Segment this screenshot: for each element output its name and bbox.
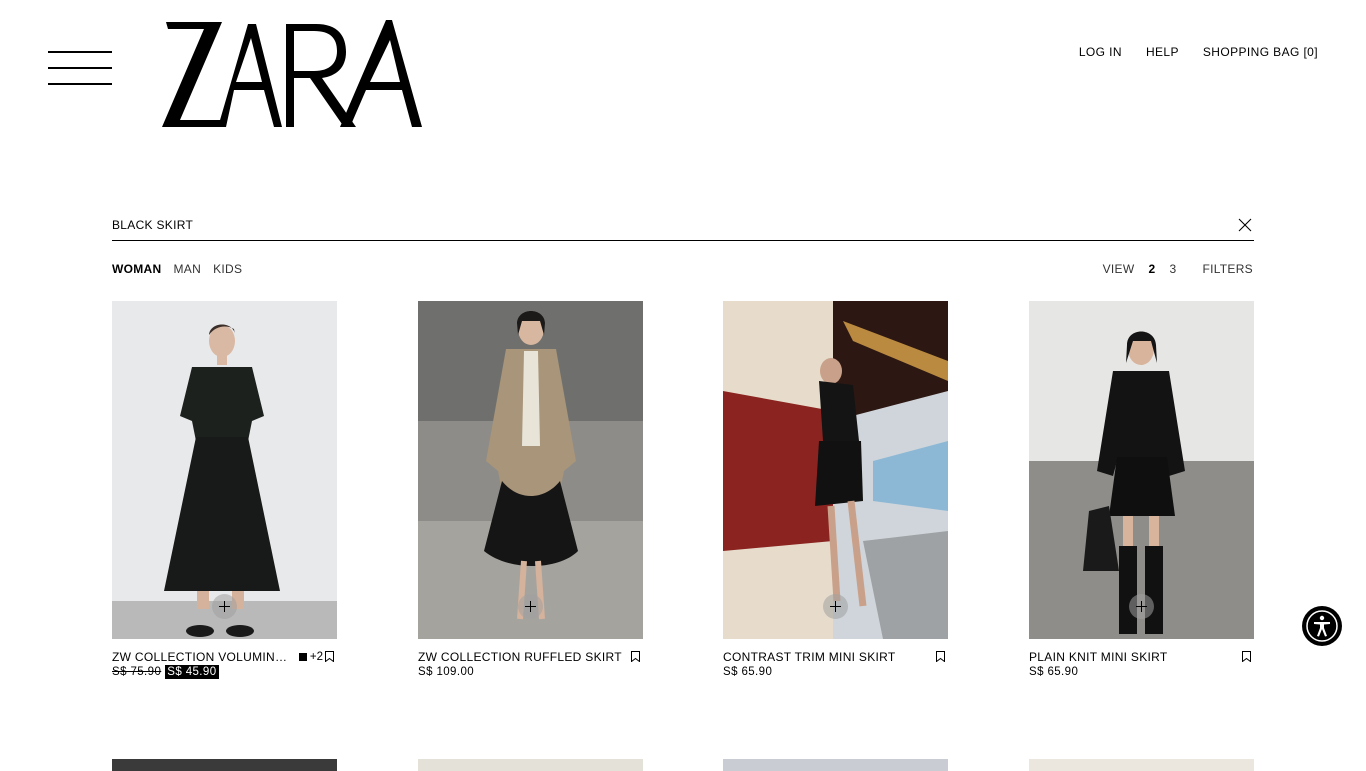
product-card[interactable]: CONTRAST TRIM MINI SKIRT S$ 65.90: [723, 301, 948, 678]
product-image[interactable]: [418, 301, 643, 639]
color-swatches[interactable]: +2: [298, 651, 323, 663]
product-photo-woman-black-midi-skirt: [112, 301, 337, 639]
product-image-next-row[interactable]: [1029, 759, 1254, 771]
view-controls: VIEW 2 3 FILTERS: [1103, 262, 1253, 276]
product-info: CONTRAST TRIM MINI SKIRT S$ 65.90: [723, 639, 948, 678]
product-name[interactable]: ZW COLLECTION RUFFLED SKIRT: [418, 650, 623, 664]
product-price: S$ 109.00: [418, 666, 475, 678]
bookmark-icon[interactable]: [1242, 651, 1251, 662]
product-price: S$ 65.90: [1029, 666, 1079, 678]
view-option-3[interactable]: 3: [1169, 262, 1176, 276]
plus-icon: [219, 601, 230, 612]
bookmark-icon[interactable]: [936, 651, 945, 662]
product-card[interactable]: ZW COLLECTION RUFFLED SKIRT S$ 109.00: [418, 301, 643, 678]
product-info: PLAIN KNIT MINI SKIRT S$ 65.90: [1029, 639, 1254, 678]
tab-kids[interactable]: KIDS: [213, 262, 242, 276]
product-image[interactable]: [723, 301, 948, 639]
product-photo-contrast-trim-mini-skirt: [723, 301, 948, 639]
shopping-bag-link[interactable]: SHOPPING BAG [0]: [1203, 45, 1318, 59]
add-to-bag-button[interactable]: [518, 594, 543, 619]
product-name[interactable]: ZW COLLECTION VOLUMINO...: [112, 650, 288, 664]
bookmark-icon[interactable]: [631, 651, 640, 662]
product-card[interactable]: PLAIN KNIT MINI SKIRT S$ 65.90: [1029, 301, 1254, 678]
product-image[interactable]: [112, 301, 337, 639]
product-photo-plain-knit-mini-skirt: [1029, 301, 1254, 639]
gender-tabs: WOMAN MAN KIDS: [112, 262, 242, 276]
product-image-next-row[interactable]: [418, 759, 643, 771]
accessibility-icon: [1306, 610, 1338, 642]
plus-icon: [1136, 601, 1147, 612]
product-price: S$ 75.90 S$ 45.90: [112, 665, 219, 679]
product-card[interactable]: ZW COLLECTION VOLUMINO... +2 S$ 75.90 S$ …: [112, 301, 337, 679]
view-option-2[interactable]: 2: [1148, 262, 1155, 276]
view-label: VIEW: [1102, 262, 1135, 276]
color-swatch-black[interactable]: [298, 653, 307, 661]
product-name[interactable]: PLAIN KNIT MINI SKIRT: [1029, 650, 1234, 664]
product-info: ZW COLLECTION VOLUMINO... +2 S$ 75.90 S$ …: [112, 639, 337, 679]
logo-mark: [162, 20, 422, 127]
bookmark-icon[interactable]: [325, 651, 334, 662]
add-to-bag-button[interactable]: [823, 594, 848, 619]
extra-colors-count: +2: [309, 651, 323, 663]
product-photo-ruffled-skirt: [418, 301, 643, 639]
add-to-bag-button[interactable]: [212, 594, 237, 619]
menu-button[interactable]: [48, 51, 112, 85]
hamburger-line: [48, 83, 112, 85]
product-name[interactable]: CONTRAST TRIM MINI SKIRT: [723, 650, 928, 664]
product-price: S$ 65.90: [723, 666, 773, 678]
product-info: ZW COLLECTION RUFFLED SKIRT S$ 109.00: [418, 639, 643, 678]
top-navigation: LOG IN HELP SHOPPING BAG [0]: [1079, 45, 1318, 59]
search-bar: [112, 214, 1254, 241]
original-price: S$ 75.90: [112, 666, 162, 678]
tab-man[interactable]: MAN: [174, 262, 202, 276]
sale-price: S$ 45.90: [165, 665, 219, 679]
zara-logo[interactable]: [160, 18, 424, 130]
help-link[interactable]: HELP: [1146, 45, 1179, 59]
search-input[interactable]: [112, 214, 1212, 236]
accessibility-button[interactable]: [1302, 606, 1342, 646]
add-to-bag-button[interactable]: [1129, 594, 1154, 619]
plus-icon: [525, 601, 536, 612]
tab-woman[interactable]: WOMAN: [112, 262, 162, 276]
product-image[interactable]: [1029, 301, 1254, 639]
filters-button[interactable]: FILTERS: [1202, 262, 1253, 276]
product-image-next-row[interactable]: [112, 759, 337, 771]
product-image-next-row[interactable]: [723, 759, 948, 771]
login-link[interactable]: LOG IN: [1079, 45, 1122, 59]
plus-icon: [830, 601, 841, 612]
close-icon[interactable]: [1238, 218, 1252, 232]
hamburger-line: [48, 67, 112, 69]
hamburger-icon: [48, 51, 112, 53]
